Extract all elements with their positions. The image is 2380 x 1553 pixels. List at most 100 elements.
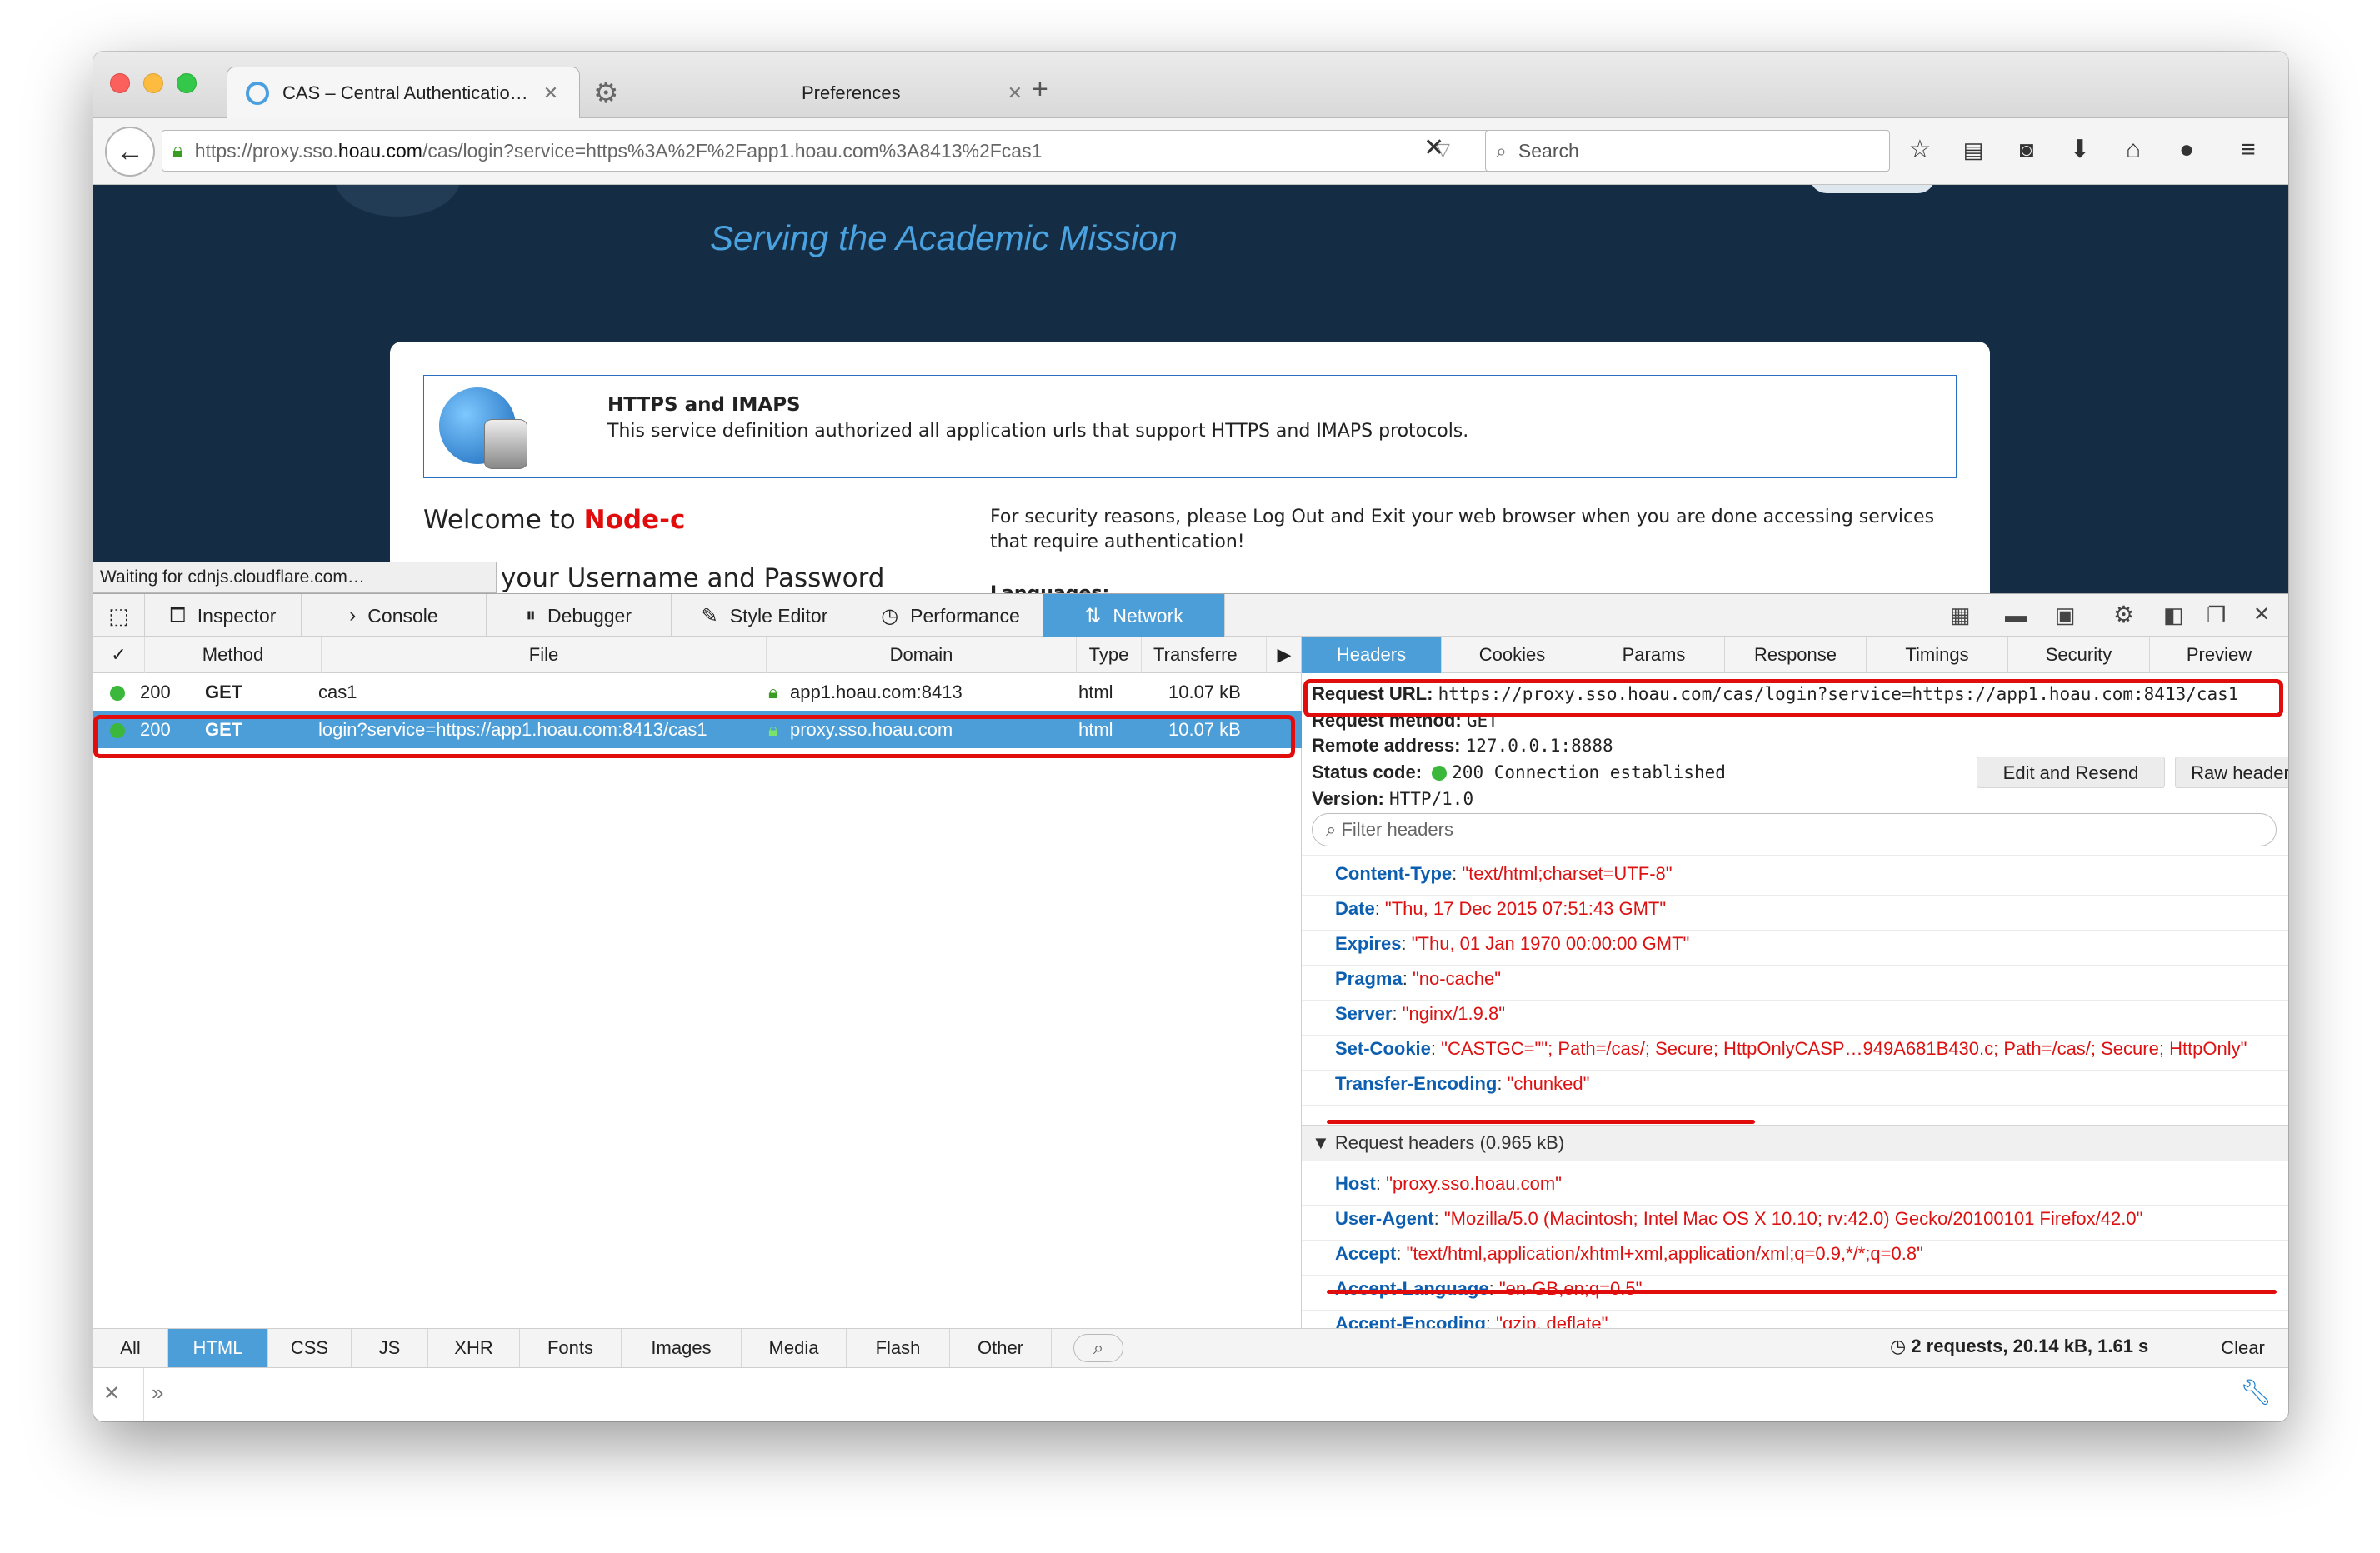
network-icon: ⇅ bbox=[1084, 604, 1102, 627]
tab-cookies[interactable]: Cookies bbox=[1442, 637, 1583, 673]
close-tab-icon[interactable]: ✕ bbox=[543, 82, 558, 104]
tab-timings[interactable]: Timings bbox=[1867, 637, 2008, 673]
tool-style-editor[interactable]: ✎ Style Editor bbox=[672, 594, 858, 637]
underline-cookie bbox=[1327, 1290, 2277, 1294]
tab-preview[interactable]: Preview bbox=[2150, 637, 2288, 673]
header-row: Accept: "text/html,application/xhtml+xml… bbox=[1335, 1243, 1923, 1264]
details-tabs: Headers Cookies Params Response Timings … bbox=[1302, 637, 2288, 673]
dock-bottom-icon[interactable]: ▬ bbox=[2005, 602, 2027, 628]
filter-media[interactable]: Media bbox=[742, 1329, 847, 1367]
tab-cas[interactable]: CAS – Central Authenticatio… ✕ bbox=[227, 67, 580, 119]
reading-list-icon[interactable]: ▤ bbox=[1958, 135, 1988, 165]
filter-headers-input[interactable]: ⌕ Filter headers bbox=[1312, 813, 2277, 846]
header-value: "en-GB,en;q=0.5" bbox=[1498, 1278, 1642, 1299]
close-window-button[interactable] bbox=[110, 73, 130, 93]
edit-resend-button[interactable]: Edit and Resend bbox=[1977, 757, 2165, 788]
filter-css[interactable]: CSS bbox=[268, 1329, 352, 1367]
header-row: Expires: "Thu, 01 Jan 1970 00:00:00 GMT" bbox=[1335, 933, 1690, 954]
dock-side-icon[interactable]: ◧ bbox=[2163, 602, 2184, 628]
filter-flash[interactable]: Flash bbox=[847, 1329, 950, 1367]
tool-debugger[interactable]: ⏸ Debugger bbox=[487, 594, 672, 637]
chat-icon[interactable]: ● bbox=[2172, 135, 2202, 165]
column-method[interactable]: Method bbox=[145, 637, 322, 673]
tool-inspector[interactable]: ⧠ Inspector bbox=[145, 594, 302, 637]
tab-params[interactable]: Params bbox=[1583, 637, 1725, 673]
menu-icon[interactable]: ≡ bbox=[2233, 135, 2263, 165]
status-code-row: Status code: 200 Connection established bbox=[1312, 762, 1726, 782]
column-transferred[interactable]: Transferre bbox=[1142, 637, 1267, 673]
header-row: Pragma: "no-cache" bbox=[1335, 968, 1502, 989]
minimize-window-button[interactable] bbox=[143, 73, 163, 93]
status-dot-icon bbox=[110, 686, 125, 702]
clear-button[interactable]: Clear bbox=[2197, 1329, 2288, 1367]
url-path: /cas/login?service=https%3A%2F%2Fapp1.ho… bbox=[422, 139, 1042, 162]
highlight-selected-request bbox=[93, 715, 1295, 758]
header-key: Expires bbox=[1335, 933, 1402, 954]
column-type[interactable]: Type bbox=[1077, 637, 1142, 673]
title-bar: CAS – Central Authenticatio… ✕ ⚙ Prefere… bbox=[93, 52, 2288, 119]
split-console-icon[interactable]: ▦ bbox=[1950, 602, 1971, 628]
header-row: Transfer-Encoding: "chunked" bbox=[1335, 1073, 1590, 1094]
wrench-icon[interactable]: 🔧︎ bbox=[2240, 1378, 2272, 1407]
row-divider bbox=[1302, 895, 2288, 896]
header-key: Accept-Language bbox=[1335, 1278, 1489, 1299]
new-tab-button[interactable]: + bbox=[1032, 73, 1048, 106]
tab-preferences[interactable]: Preferences ✕ bbox=[635, 67, 1027, 119]
column-domain[interactable]: Domain bbox=[767, 637, 1077, 673]
stop-icon[interactable]: ✕ bbox=[1423, 133, 1444, 162]
tool-console[interactable]: › Console bbox=[302, 594, 487, 637]
browser-window: CAS – Central Authenticatio… ✕ ⚙ Prefere… bbox=[93, 52, 2288, 1421]
column-file[interactable]: File bbox=[322, 637, 767, 673]
request-headers-section[interactable]: ▼ Request headers (0.965 kB) bbox=[1302, 1125, 2288, 1161]
close-command-icon[interactable]: ✕ bbox=[103, 1381, 120, 1406]
tool-performance[interactable]: ◷ Performance bbox=[858, 594, 1043, 637]
filter-fonts[interactable]: Fonts bbox=[520, 1329, 622, 1367]
header-value: "chunked" bbox=[1507, 1073, 1590, 1094]
loading-icon bbox=[246, 82, 269, 105]
raw-headers-button[interactable]: Raw headers bbox=[2175, 757, 2288, 788]
maximize-window-button[interactable] bbox=[177, 73, 197, 93]
row-divider bbox=[1302, 1310, 2288, 1311]
screenshot-icon[interactable]: ▣ bbox=[2055, 602, 2076, 628]
tab-security[interactable]: Security bbox=[2008, 637, 2150, 673]
filter-js[interactable]: JS bbox=[352, 1329, 428, 1367]
settings-gear-icon[interactable]: ⚙ bbox=[2113, 601, 2134, 628]
filter-other[interactable]: Other bbox=[950, 1329, 1052, 1367]
command-prompt-icon[interactable]: » bbox=[152, 1380, 163, 1406]
element-picker-icon[interactable]: ⬚ bbox=[93, 594, 145, 637]
search-input[interactable]: ⌕ Search bbox=[1485, 130, 1890, 172]
remote-address-row: Remote address: 127.0.0.1:8888 bbox=[1312, 735, 1613, 756]
inspector-icon: ⧠ bbox=[169, 604, 186, 627]
version-row: Version: HTTP/1.0 bbox=[1312, 788, 1474, 809]
status-dot-icon bbox=[1432, 766, 1448, 781]
column-status[interactable]: ✓ bbox=[93, 637, 145, 673]
filter-images[interactable]: Images bbox=[622, 1329, 742, 1367]
search-requests-icon[interactable]: ⌕ bbox=[1073, 1334, 1123, 1362]
pocket-icon[interactable]: ◙ bbox=[2012, 135, 2042, 165]
tool-network[interactable]: ⇅ Network bbox=[1043, 594, 1225, 637]
filter-xhr[interactable]: XHR bbox=[428, 1329, 520, 1367]
tab-response[interactable]: Response bbox=[1725, 637, 1867, 673]
home-icon[interactable]: ⌂ bbox=[2118, 135, 2148, 165]
back-arrow-icon[interactable]: ← bbox=[105, 127, 155, 177]
security-note: For security reasons, please Log Out and… bbox=[990, 507, 1935, 527]
close-tab-icon[interactable]: ✕ bbox=[1008, 82, 1022, 104]
close-devtools-icon[interactable]: ✕ bbox=[2253, 602, 2270, 627]
url-bar[interactable]: 🔒︎ https://proxy.sso. hoau.com/cas/login?… bbox=[162, 130, 1520, 172]
request-row[interactable]: 200 GET cas1 🔒︎ app1.hoau.com:8413 html … bbox=[93, 673, 1302, 711]
tab-headers[interactable]: Headers bbox=[1302, 637, 1442, 673]
url-prefix: https://proxy.sso. bbox=[194, 139, 338, 162]
toggle-sidebar-icon[interactable]: ▶ bbox=[1267, 637, 1302, 673]
request-details-panel: Headers Cookies Params Response Timings … bbox=[1302, 637, 2288, 1416]
header-value: "no-cache" bbox=[1412, 968, 1502, 989]
gear-icon: ⚙ bbox=[593, 77, 619, 109]
filter-html[interactable]: HTML bbox=[168, 1329, 268, 1367]
row-divider bbox=[1302, 1000, 2288, 1001]
download-icon[interactable]: ⬇ bbox=[2065, 135, 2095, 165]
filter-placeholder: Filter headers bbox=[1341, 819, 1453, 840]
row-divider bbox=[1302, 1240, 2288, 1241]
bookmark-star-icon[interactable]: ☆ bbox=[1905, 135, 1935, 165]
filter-all[interactable]: All bbox=[93, 1329, 168, 1367]
header-key: Accept bbox=[1335, 1243, 1397, 1264]
undock-icon[interactable]: ❐ bbox=[2207, 602, 2226, 628]
